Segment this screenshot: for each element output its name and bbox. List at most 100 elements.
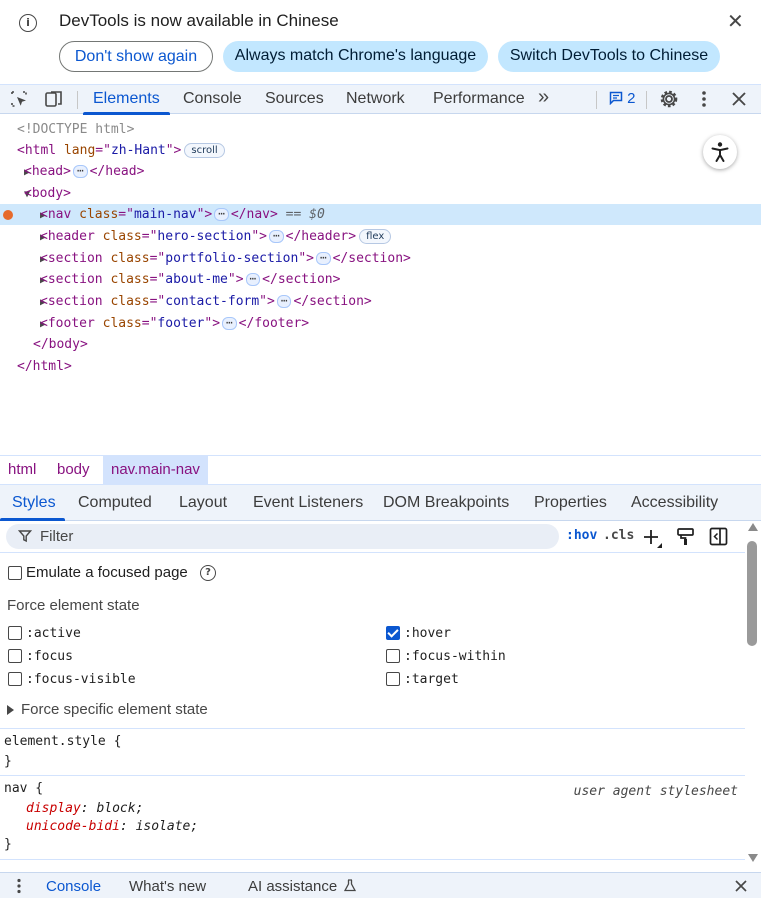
accessibility-tree-button[interactable] [703, 135, 737, 169]
tab-sources[interactable]: Sources [265, 90, 324, 108]
about-me-node[interactable]: ▶<section class="about-me"> ⋯ </section> [0, 269, 761, 290]
head-node[interactable]: ▶<head> ⋯ </head> [0, 161, 761, 182]
tab-styles[interactable]: Styles [12, 494, 56, 512]
html-close-line[interactable]: </html> [0, 356, 761, 377]
tab-layout[interactable]: Layout [179, 494, 227, 512]
head-tag: head [31, 164, 64, 179]
collapsed-ellipsis[interactable]: ⋯ [315, 252, 331, 265]
tab-console[interactable]: Console [183, 90, 242, 108]
collapsed-ellipsis[interactable]: ⋯ [245, 273, 261, 286]
inspect-element-icon[interactable] [9, 89, 29, 109]
tab-properties[interactable]: Properties [534, 494, 607, 512]
header-node[interactable]: ▶<header class="hero-section"> ⋯ </header>… [0, 226, 761, 247]
state-hover-checkbox[interactable] [386, 626, 400, 640]
styles-filter-input[interactable] [6, 524, 559, 549]
state-target-checkbox[interactable] [386, 672, 400, 686]
scroll-up-arrow-icon[interactable] [748, 523, 758, 531]
breadcrumb-body[interactable]: body [49, 456, 98, 484]
emulate-focus-label: Emulate a focused page [26, 564, 188, 581]
tab-dom-breakpoints[interactable]: DOM Breakpoints [383, 494, 509, 512]
nav-selector[interactable]: nav { [4, 780, 43, 798]
state-focus-visible-checkbox[interactable] [8, 672, 22, 686]
collapsed-ellipsis[interactable]: ⋯ [72, 165, 88, 178]
state-active-label: :active [26, 626, 81, 641]
state-focus-within-label: :focus-within [404, 649, 506, 664]
collapsed-ellipsis[interactable]: ⋯ [214, 208, 229, 221]
footer-node[interactable]: ▶<footer class="footer"> ⋯ </footer> [0, 313, 761, 334]
force-specific-state-toggle[interactable]: Force specific element state [21, 701, 208, 718]
state-focus-within-checkbox[interactable] [386, 649, 400, 663]
drawer-tab-console[interactable]: Console [46, 878, 101, 895]
collapse-arrow-icon[interactable]: ▼ [0, 184, 30, 205]
expand-arrow-icon[interactable]: ▶ [0, 227, 46, 248]
message-icon [609, 91, 623, 106]
node-tag: section [47, 294, 103, 309]
node-tag: section [47, 272, 103, 287]
dont-show-again-button[interactable]: Don't show again [59, 41, 213, 72]
collapsed-ellipsis[interactable]: ⋯ [276, 295, 292, 308]
expand-arrow-icon[interactable]: ▶ [0, 270, 46, 291]
drawer-tab-ai-assistance[interactable]: AI assistance [248, 878, 357, 895]
expand-arrow-icon[interactable]: ▶ [0, 292, 46, 313]
node-close-tag: header [301, 229, 349, 244]
bottom-drawer: Console What's new AI assistance [0, 872, 761, 898]
expand-triangle-icon[interactable] [7, 705, 14, 715]
contact-form-node[interactable]: ▶<section class="contact-form"> ⋯ </sectio… [0, 291, 761, 312]
help-icon[interactable]: ? [200, 565, 216, 581]
state-active-checkbox[interactable] [8, 626, 22, 640]
device-toolbar-icon[interactable] [44, 89, 64, 109]
flex-badge[interactable]: flex [359, 229, 392, 244]
new-style-rule-icon[interactable] [641, 527, 663, 549]
drawer-tab-whats-new[interactable]: What's new [129, 878, 206, 895]
close-drawer-icon[interactable] [734, 879, 748, 893]
collapsed-ellipsis[interactable]: ⋯ [269, 230, 284, 243]
toggle-sidebar-icon[interactable] [709, 527, 728, 546]
collapsed-ellipsis[interactable]: ⋯ [222, 317, 237, 330]
ai-assistance-label: AI assistance [248, 878, 338, 895]
css-declaration[interactable]: unicode-bidi: isolate; [26, 818, 198, 836]
scroll-thumb[interactable] [747, 541, 757, 646]
element-style-selector[interactable]: element.style { [4, 733, 121, 751]
expand-arrow-icon[interactable]: ▶ [0, 162, 30, 183]
scroll-badge[interactable]: scroll [184, 143, 225, 158]
tab-performance[interactable]: Performance [433, 90, 525, 108]
doctype-line[interactable]: <!DOCTYPE html> [0, 119, 761, 140]
toolbar-divider [596, 91, 597, 109]
tab-event-listeners[interactable]: Event Listeners [253, 494, 363, 512]
expand-arrow-icon[interactable]: ▶ [0, 314, 46, 335]
tab-computed[interactable]: Computed [78, 494, 152, 512]
class-toggle[interactable]: .cls [603, 528, 634, 543]
breadcrumb-nav[interactable]: nav.main-nav [103, 456, 208, 484]
breadcrumb-html[interactable]: html [0, 456, 44, 484]
nav-node-selected[interactable]: ▶<nav class="main-nav"> ⋯ </nav> == $0 [0, 204, 761, 225]
hover-state-toggle[interactable]: :hov [566, 528, 597, 543]
switch-to-chinese-button[interactable]: Switch DevTools to Chinese [498, 41, 720, 72]
tab-network[interactable]: Network [346, 90, 405, 108]
info-icon: i [19, 14, 37, 32]
more-options-icon[interactable] [694, 89, 714, 109]
body-close-tag: body [48, 337, 80, 352]
drawer-menu-icon[interactable] [12, 878, 26, 894]
portfolio-section-node[interactable]: ▶<section class="portfolio-section"> ⋯ </s… [0, 248, 761, 269]
expand-arrow-icon[interactable]: ▶ [0, 249, 46, 270]
node-attr: class [102, 229, 142, 244]
tab-elements[interactable]: Elements [93, 90, 160, 108]
node-attr: class [102, 316, 142, 331]
html-node[interactable]: <html lang="zh-Hant"> scroll [0, 140, 761, 161]
close-icon[interactable]: ✕ [727, 11, 744, 33]
more-tabs-chevron-icon[interactable]: » [538, 86, 549, 109]
settings-gear-icon[interactable] [659, 89, 679, 109]
state-focus-visible-label: :focus-visible [26, 672, 136, 687]
paint-roller-icon[interactable] [676, 527, 695, 546]
tab-accessibility[interactable]: Accessibility [631, 494, 718, 512]
issues-counter[interactable]: 2 [609, 90, 636, 107]
styles-scrollbar[interactable] [745, 521, 761, 866]
body-node[interactable]: ▼<body> [0, 183, 761, 204]
state-focus-checkbox[interactable] [8, 649, 22, 663]
close-devtools-icon[interactable] [729, 89, 749, 109]
css-declaration[interactable]: display: block; [26, 800, 143, 818]
scroll-down-arrow-icon[interactable] [748, 854, 758, 862]
always-match-language-button[interactable]: Always match Chrome's language [223, 41, 488, 72]
body-close-line[interactable]: </body> [0, 334, 761, 355]
emulate-focus-checkbox[interactable] [8, 566, 22, 580]
